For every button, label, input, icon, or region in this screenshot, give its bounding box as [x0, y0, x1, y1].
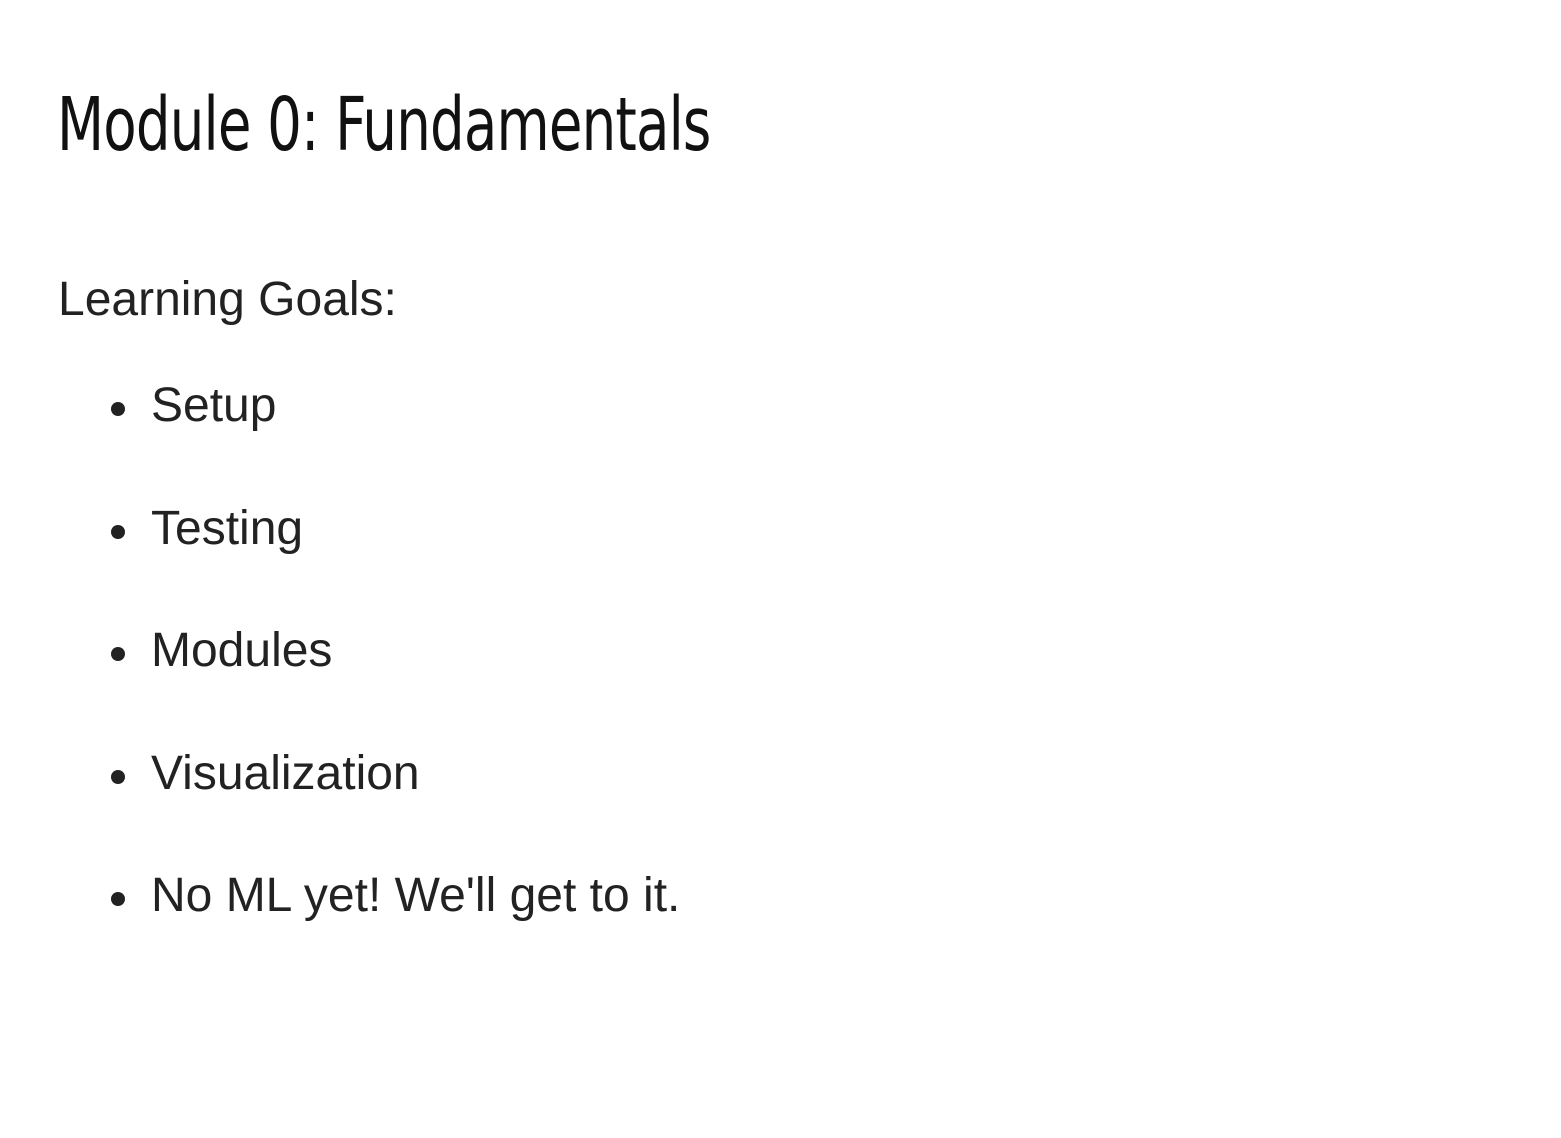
list-item-label: Visualization [151, 746, 420, 800]
page-title: Module 0: Fundamentals [57, 82, 711, 168]
slide: Module 0: Fundamentals Learning Goals: S… [0, 0, 1561, 1138]
list-item-label: Testing [151, 501, 304, 555]
bullet-icon [111, 892, 125, 906]
bullet-icon [111, 524, 125, 539]
bullet-icon [111, 647, 125, 661]
list-item-label: No ML yet! We'll get to it. [151, 869, 681, 922]
bullet-icon [111, 402, 125, 416]
list-item-label: Setup [151, 379, 277, 432]
bullet-icon [111, 769, 125, 784]
list-item-label: Modules [151, 624, 333, 677]
learning-goals-label: Learning Goals: [58, 273, 397, 326]
